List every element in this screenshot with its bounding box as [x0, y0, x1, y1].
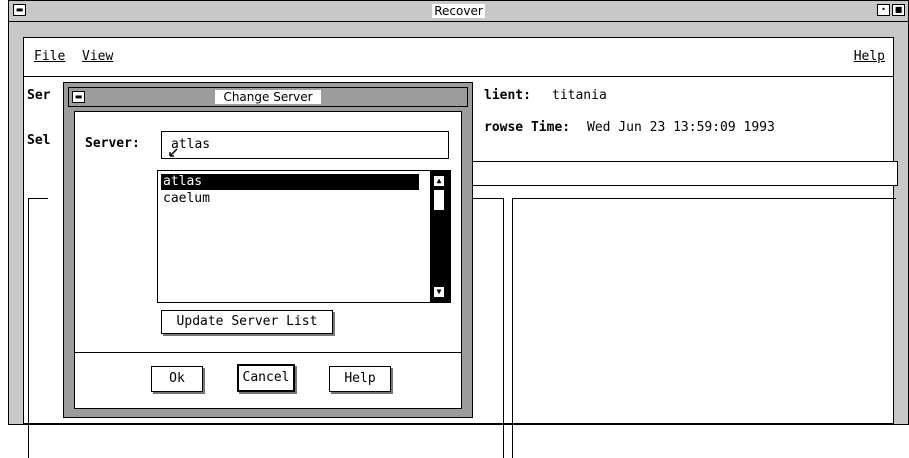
dialog-title: Change Server	[215, 90, 321, 104]
server-list[interactable]: atlas caelum ▲ ▼	[157, 170, 451, 303]
scroll-down-arrow-icon[interactable]: ▼	[433, 286, 445, 298]
update-server-list-button[interactable]: Update Server List	[161, 310, 333, 334]
menu-help[interactable]: Help	[854, 49, 885, 64]
server-input[interactable]: atlas	[161, 131, 449, 159]
menu-view[interactable]: View	[82, 49, 113, 64]
server-list-scrollbar[interactable]: ▲ ▼	[430, 171, 450, 302]
dialog-title-bar[interactable]: ▬ Change Server	[68, 87, 468, 107]
change-server-dialog: ▬ Change Server Server: atlas atlas cael…	[63, 82, 473, 418]
mouse-pointer-icon	[169, 148, 178, 157]
scroll-up-arrow-icon[interactable]: ▲	[433, 175, 445, 187]
selection-field[interactable]	[464, 161, 898, 186]
help-button[interactable]: Help	[329, 366, 391, 392]
cancel-button[interactable]: Cancel	[237, 364, 295, 392]
client-value: titania	[552, 88, 607, 103]
server-list-item[interactable]: caelum	[161, 191, 419, 207]
server-label-fragment: Ser	[27, 88, 51, 103]
left-pane-top	[28, 198, 48, 199]
server-label: Server:	[85, 136, 140, 151]
browse-time-value: Wed Jun 23 13:59:09 1993	[587, 120, 775, 135]
server-list-item-selected[interactable]: atlas	[161, 174, 419, 190]
dialog-body: Server: atlas atlas caelum ▲ ▼ Update Se…	[74, 111, 462, 409]
file-pane[interactable]	[512, 198, 896, 458]
menu-bar: File View Help	[24, 38, 893, 77]
dialog-separator	[75, 352, 461, 353]
minimize-icon[interactable]: •	[877, 4, 890, 16]
maximize-icon[interactable]: ■	[892, 4, 905, 16]
left-pane-edge	[24, 198, 29, 458]
scroll-thumb[interactable]	[433, 189, 445, 211]
menu-file[interactable]: File	[34, 49, 65, 64]
select-label-fragment: Sel	[27, 133, 51, 148]
main-title-bar[interactable]: ▬ Recover • ■	[9, 1, 908, 22]
ok-button[interactable]: Ok	[151, 366, 203, 392]
client-label: lient:	[484, 88, 531, 103]
browse-time-label: rowse Time:	[484, 120, 571, 135]
main-window-title: Recover	[432, 4, 485, 18]
